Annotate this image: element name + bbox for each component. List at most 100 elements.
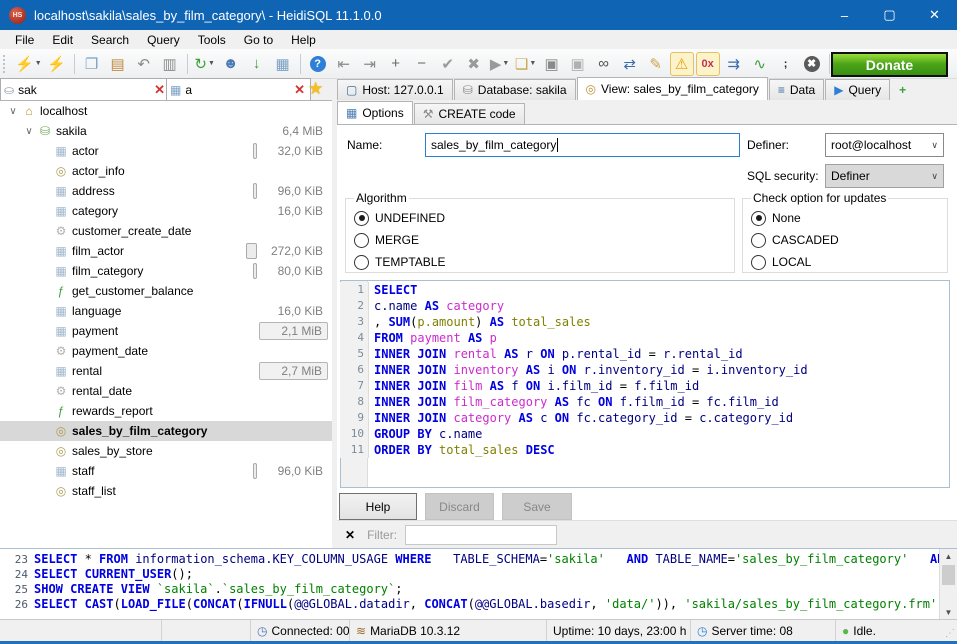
algorithm-radio-temptable[interactable]: TEMPTABLE <box>354 251 726 273</box>
toolbar-run-query-button[interactable]: ▶▼ <box>488 52 512 76</box>
discard-button[interactable]: Discard <box>425 493 494 520</box>
toolbar-save-button[interactable]: ▣ <box>540 52 564 76</box>
tree-item-language[interactable]: ▦language16,0 KiB <box>0 301 332 321</box>
menu-item-tools[interactable]: Tools <box>189 31 235 49</box>
view-name-input[interactable]: sales_by_film_category <box>425 133 740 157</box>
toolbar-find-button[interactable]: ∞ <box>592 52 616 76</box>
tab-database[interactable]: ⛁Database: sakila <box>454 79 576 100</box>
tree-item-film_actor[interactable]: ▦film_actor272,0 KiB <box>0 241 332 261</box>
definer-combobox[interactable]: root@localhost ∨ <box>825 133 944 157</box>
toolbar-indent-button[interactable]: ⇉ <box>722 52 746 76</box>
check-option-radio-none[interactable]: None <box>751 207 939 229</box>
tree-item-payment_date[interactable]: ⚙payment_date <box>0 341 332 361</box>
menu-item-file[interactable]: File <box>6 31 43 49</box>
toolbar-session-manager-button[interactable]: ⚡▼ <box>14 52 43 76</box>
log-scrollbar[interactable]: ▲ ▼ <box>939 549 957 620</box>
toolbar-user-manager-button[interactable]: ☻ <box>219 52 243 76</box>
tree-item-sales_by_film_category[interactable]: ◎sales_by_film_category <box>0 421 332 441</box>
check-option-radio-local[interactable]: LOCAL <box>751 251 939 273</box>
tab-data[interactable]: ≡Data <box>769 79 824 100</box>
toolbar-paste-button[interactable]: ▤ <box>106 52 130 76</box>
tree-item-staff_list[interactable]: ◎staff_list <box>0 481 332 501</box>
tree-item-payment[interactable]: ▦payment2,1 MiB <box>0 321 332 341</box>
tree-item-localhost[interactable]: ∨⌂localhost <box>0 101 332 121</box>
resize-grip[interactable]: ⋰ <box>945 628 955 639</box>
toolbar-go-last-button[interactable]: ⇥ <box>358 52 382 76</box>
toolbar-stop-button[interactable]: ✖ <box>800 52 824 76</box>
tree-item-rewards_report[interactable]: ƒrewards_report <box>0 401 332 421</box>
tree-item-rental[interactable]: ▦rental2,7 MiB <box>0 361 332 381</box>
tree-item-rental_date[interactable]: ⚙rental_date <box>0 381 332 401</box>
table-filter-input[interactable]: ▦ a ✕ <box>166 78 311 101</box>
tab-options[interactable]: ▦Options <box>337 101 413 124</box>
favorites-star-icon[interactable]: ★ <box>308 79 323 99</box>
toolbar-warning-toggle-button[interactable]: ⚠ <box>670 52 694 76</box>
sql-security-combobox[interactable]: Definer ∨ <box>825 164 944 188</box>
toolbar-delete-row-button[interactable]: − <box>410 52 434 76</box>
menu-item-query[interactable]: Query <box>138 31 189 49</box>
toolbar-copy-button[interactable]: ❐ <box>80 52 104 76</box>
toolbar-replace-button[interactable]: ⇄ <box>618 52 642 76</box>
status-segment-3: ≋MariaDB 10.3.12 <box>350 620 547 641</box>
tree-item-actor[interactable]: ▦actor32,0 KiB <box>0 141 332 161</box>
toolbar-refresh-button[interactable]: ↻▼ <box>193 52 217 76</box>
database-filter-input[interactable]: ⛀ sak ✕ <box>0 78 171 101</box>
toolbar-disconnect-button[interactable]: ⚡ <box>45 52 69 76</box>
help-button[interactable]: Help <box>339 493 417 520</box>
toolbar-hex-toggle-button[interactable]: 0x <box>696 52 720 76</box>
toolbar-grip[interactable] <box>3 55 9 73</box>
check-option-radio-cascaded[interactable]: CASCADED <box>751 229 939 251</box>
chevron-expanded-icon[interactable]: ∨ <box>6 106 20 117</box>
algorithm-radio-undefined[interactable]: UNDEFINED <box>354 207 726 229</box>
tree-item-category[interactable]: ▦category16,0 KiB <box>0 201 332 221</box>
tab-query[interactable]: ▶Query <box>825 79 890 100</box>
toolbar-comment-button[interactable]: ; <box>774 52 798 76</box>
tree-item-staff[interactable]: ▦staff96,0 KiB <box>0 461 332 481</box>
toolbar-go-first-button[interactable]: ⇤ <box>332 52 356 76</box>
tab-host[interactable]: ▢Host: 127.0.0.1 <box>337 79 453 100</box>
save-button[interactable]: Save <box>502 493 572 520</box>
tab-new-query[interactable]: + <box>891 80 919 100</box>
clear-database-filter-icon[interactable]: ✕ <box>152 82 167 98</box>
filter-input[interactable] <box>405 525 557 545</box>
maximize-button[interactable]: ▢ <box>867 0 912 30</box>
toolbar-print-button[interactable]: ▥ <box>158 52 182 76</box>
query-log-panel[interactable]: 23SELECT * FROM information_schema.KEY_C… <box>0 548 957 620</box>
tab-view[interactable]: ◎View: sales_by_film_category <box>577 77 768 100</box>
menu-item-edit[interactable]: Edit <box>43 31 82 49</box>
close-button[interactable]: ✕ <box>912 0 957 30</box>
tree-item-address[interactable]: ▦address96,0 KiB <box>0 181 332 201</box>
clear-table-filter-icon[interactable]: ✕ <box>292 82 307 98</box>
tree-item-get_customer_balance[interactable]: ƒget_customer_balance <box>0 281 332 301</box>
chevron-expanded-icon[interactable]: ∨ <box>22 126 36 137</box>
toolbar-undo-button[interactable]: ↶ <box>132 52 156 76</box>
scroll-down-icon[interactable]: ▼ <box>940 605 957 620</box>
donate-button[interactable]: Donate <box>831 52 948 77</box>
toolbar-help-button[interactable]: ? <box>306 52 330 76</box>
toolbar-cancel-button[interactable]: ✖ <box>462 52 486 76</box>
toolbar-beautify-button[interactable]: ✎ <box>644 52 668 76</box>
scroll-up-icon[interactable]: ▲ <box>940 549 957 564</box>
tree-item-sales_by_store[interactable]: ◎sales_by_store <box>0 441 332 461</box>
toolbar-apply-button[interactable]: ✔ <box>436 52 460 76</box>
toolbar-open-file-button[interactable]: ❏▼ <box>514 52 538 76</box>
tree-item-customer_create_date[interactable]: ⚙customer_create_date <box>0 221 332 241</box>
menu-item-go-to[interactable]: Go to <box>235 31 282 49</box>
editor-code-lines[interactable]: 1SELECT2c.name AS category3, SUM(p.amoun… <box>340 282 946 484</box>
toolbar-reconnect-button[interactable]: ∿ <box>748 52 772 76</box>
database-tree[interactable]: ∨⌂localhost∨⛁sakila6,4 MiB▦actor32,0 KiB… <box>0 100 332 549</box>
menu-item-search[interactable]: Search <box>82 31 138 49</box>
toolbar-save-as-button[interactable]: ▣ <box>566 52 590 76</box>
toolbar-snippet-button[interactable]: ▦ <box>271 52 295 76</box>
scrollbar-thumb[interactable] <box>942 565 955 585</box>
menu-item-help[interactable]: Help <box>282 31 325 49</box>
toolbar-export-rows-button[interactable]: ↓ <box>245 52 269 76</box>
toolbar-add-row-button[interactable]: + <box>384 52 408 76</box>
tab-create-code[interactable]: ⚒CREATE code <box>414 103 525 124</box>
tree-item-film_category[interactable]: ▦film_category80,0 KiB <box>0 261 332 281</box>
close-filter-icon[interactable]: ✕ <box>345 528 355 542</box>
tree-item-sakila[interactable]: ∨⛁sakila6,4 MiB <box>0 121 332 141</box>
tree-item-actor_info[interactable]: ◎actor_info <box>0 161 332 181</box>
minimize-button[interactable]: – <box>822 0 867 30</box>
algorithm-radio-merge[interactable]: MERGE <box>354 229 726 251</box>
